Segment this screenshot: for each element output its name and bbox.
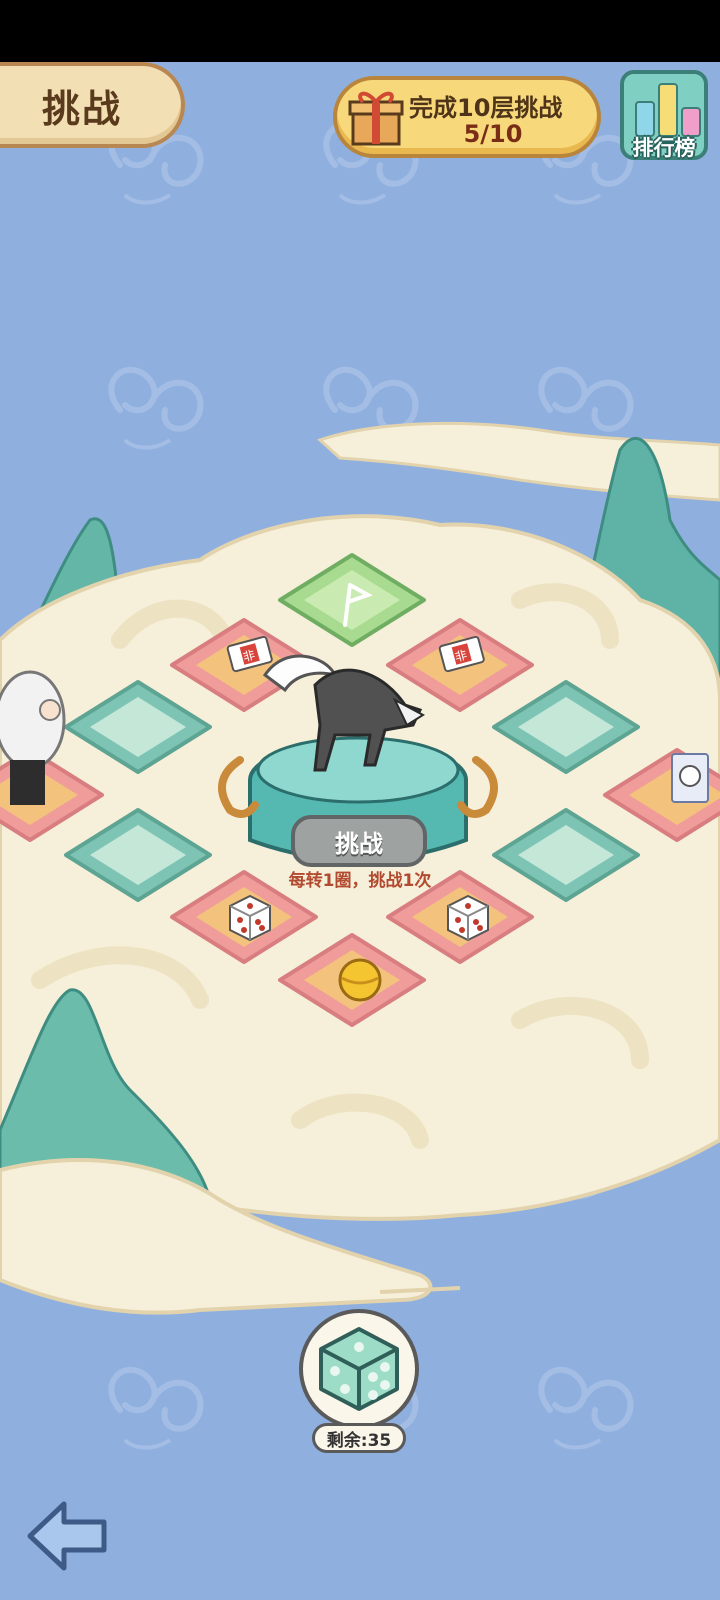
page-title: 挑战 (0, 62, 185, 148)
challenge-button-label: 挑战 (335, 829, 383, 858)
task-progress-text: 5/10 (463, 120, 523, 148)
roll-dice-button[interactable] (297, 1307, 421, 1431)
challenge-button[interactable]: 挑战 (291, 815, 427, 867)
task-title: 完成10层挑战 (409, 94, 563, 122)
challenge-hint: 每转1圈，挑战1次 (288, 871, 432, 891)
status-bar (0, 0, 720, 62)
task-progress-button[interactable]: 完成10层挑战 5/10 (333, 76, 601, 158)
bar-chart-icon (635, 83, 701, 137)
page-title-text: 挑战 (42, 86, 123, 131)
leaderboard-label: 排行榜 (632, 136, 696, 160)
dice-remaining-badge: 剩余:35 (312, 1423, 406, 1453)
back-arrow-icon[interactable] (24, 1496, 110, 1576)
dice-icon (319, 1327, 399, 1411)
leaderboard-button[interactable]: 排行榜 (620, 70, 708, 160)
